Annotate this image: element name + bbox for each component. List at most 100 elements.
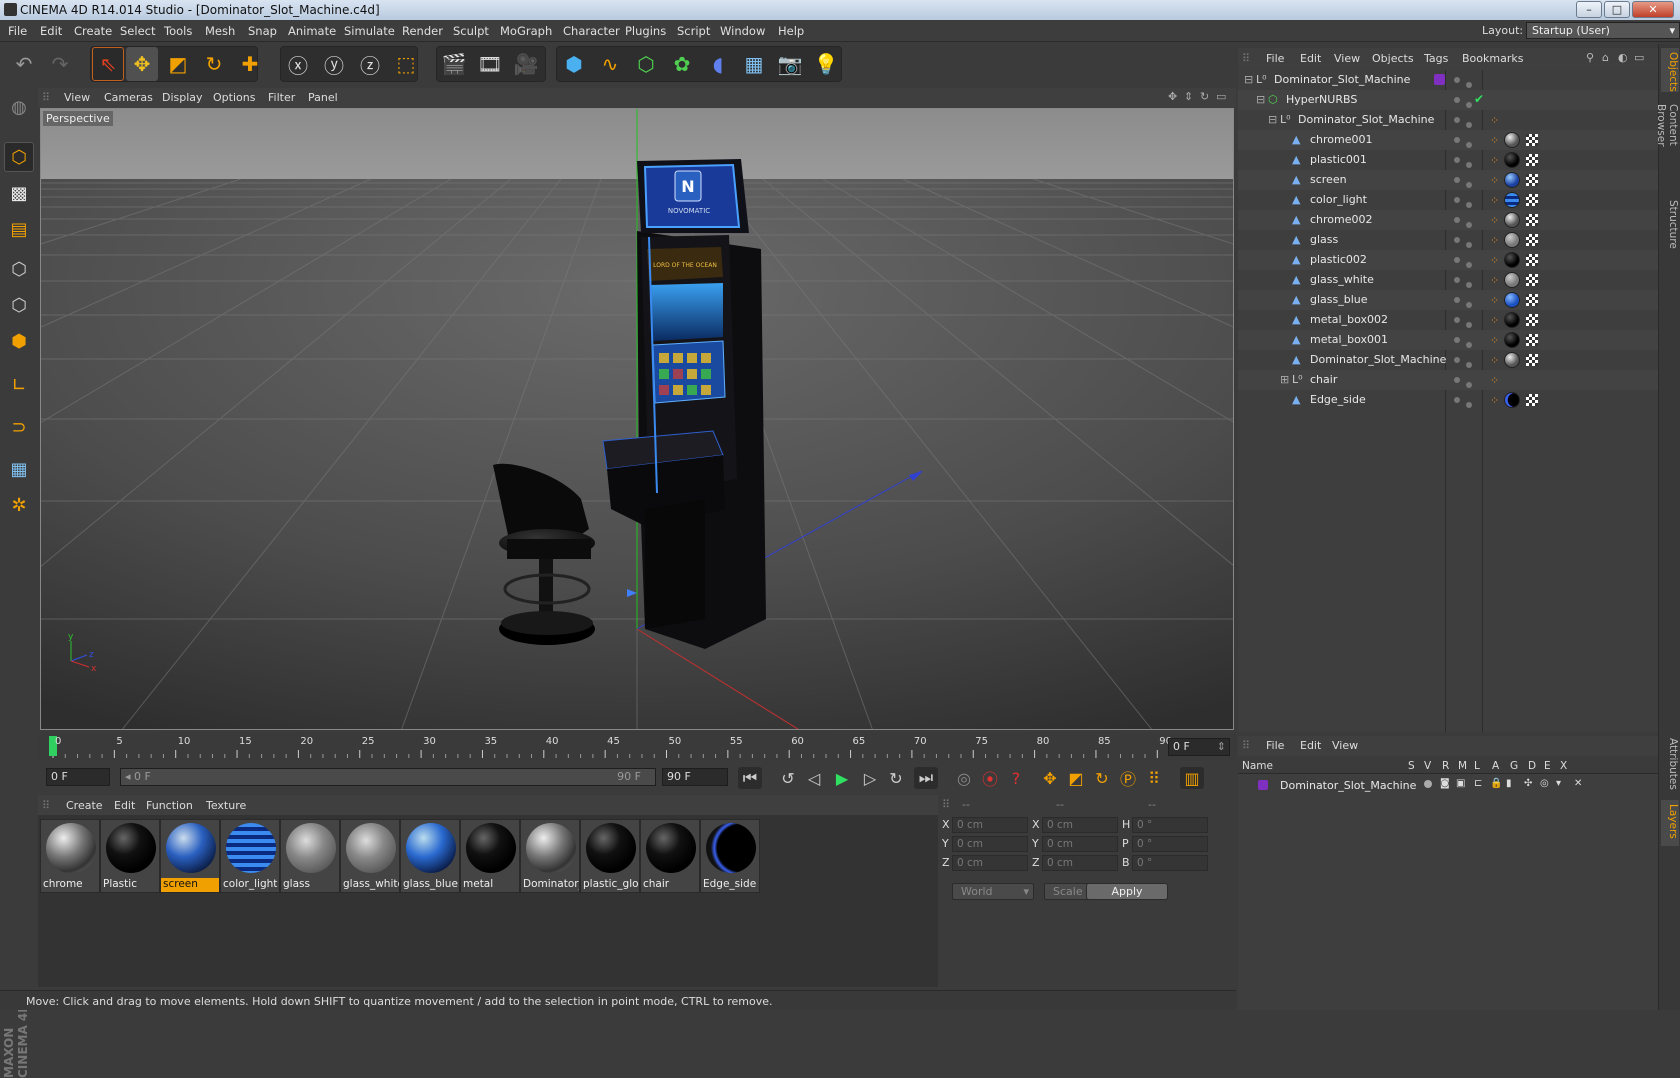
material-tag-icon[interactable] (1504, 172, 1520, 188)
layer-color-swatch[interactable] (1434, 74, 1445, 85)
object-row[interactable]: ▲ chrome002 ⁘ (1238, 210, 1658, 230)
editor-visibility-dot[interactable] (1454, 137, 1460, 143)
editor-visibility-dot[interactable] (1454, 377, 1460, 383)
layer-column-header[interactable]: D (1528, 760, 1536, 772)
camera-icon[interactable]: 📷 (774, 47, 806, 81)
uvw-tag-icon[interactable] (1526, 354, 1538, 366)
uvw-tag-icon[interactable] (1526, 334, 1538, 346)
material-swatch[interactable]: glass_white (340, 819, 400, 893)
points-mode-icon[interactable]: ⬡ (4, 254, 34, 284)
layer-xref-icon[interactable]: ✕ (1574, 778, 1582, 789)
apply-button[interactable]: Apply (1086, 883, 1168, 900)
move-tool-icon[interactable]: ✥ (126, 47, 158, 81)
cube-icon[interactable]: ⬢ (558, 47, 590, 81)
phong-tag-icon[interactable]: ⁘ (1490, 174, 1499, 187)
object-row[interactable]: ▲ plastic002 ⁘ (1238, 250, 1658, 270)
menu-render[interactable]: Render (402, 24, 443, 38)
tab-layers[interactable]: Layers (1661, 800, 1679, 846)
menu-edit[interactable]: Edit (40, 24, 62, 38)
objects-menu-view[interactable]: View (1334, 52, 1360, 65)
rotate-tool-icon[interactable]: ↻ (198, 47, 230, 81)
layers-menu-view[interactable]: View (1332, 739, 1358, 752)
material-menu-function[interactable]: Function (146, 799, 193, 812)
coord-rotation-field[interactable]: 0 ° (1132, 855, 1208, 871)
timeline-ruler[interactable]: 0 5 10 15 20 25 30 35 40 45 50 55 60 65 70 75 80 85 90 0 F… (38, 732, 1236, 760)
phong-tag-icon[interactable]: ⁘ (1490, 294, 1499, 307)
key-scale-icon[interactable]: ◩ (1064, 767, 1088, 789)
material-tag-icon[interactable] (1504, 212, 1520, 228)
minimize-button[interactable]: – (1576, 1, 1602, 18)
phong-tag-icon[interactable]: ⁘ (1490, 234, 1499, 247)
render-visibility-dot[interactable] (1466, 322, 1472, 328)
editor-visibility-dot[interactable] (1454, 357, 1460, 363)
uvw-tag-icon[interactable] (1526, 214, 1538, 226)
phong-tag-icon[interactable]: ⁘ (1490, 114, 1499, 127)
menu-animate[interactable]: Animate (288, 24, 336, 38)
render-settings-icon[interactable]: 🎥 (510, 47, 542, 81)
object-row[interactable]: ⊟ L⁰ Dominator_Slot_Machine ⁘ (1238, 110, 1658, 130)
render-visibility-dot[interactable] (1466, 402, 1472, 408)
layer-row[interactable]: Dominator_Slot_Machine ◙ ▣ ⊏ 🔒 ▮ ✣ ◎ ▾ ✕ (1238, 776, 1658, 794)
material-menu-create[interactable]: Create (66, 799, 103, 812)
axis-mode-icon[interactable]: ∟ (4, 370, 34, 400)
objects-menu-file[interactable]: File (1266, 52, 1284, 65)
render-visibility-dot[interactable] (1466, 122, 1472, 128)
object-row[interactable]: ▲ screen ⁘ (1238, 170, 1658, 190)
layer-column-header[interactable]: Name (1242, 760, 1273, 772)
search-icon[interactable]: ⚲ (1586, 51, 1594, 64)
material-swatch[interactable]: metal (460, 819, 520, 893)
uvw-tag-icon[interactable] (1526, 154, 1538, 166)
workplane-icon[interactable]: ▤ (4, 214, 34, 244)
render-visibility-dot[interactable] (1466, 142, 1472, 148)
key-pla-icon[interactable]: ⠿ (1142, 767, 1166, 789)
object-row[interactable]: ⊞ L⁰ chair ⁘ (1238, 370, 1658, 390)
previous-frame-icon[interactable]: ◁ (802, 767, 826, 789)
object-row[interactable]: ▲ glass_white ⁘ (1238, 270, 1658, 290)
light-icon[interactable]: 💡 (810, 47, 842, 81)
render-visibility-dot[interactable] (1466, 222, 1472, 228)
viewport-menu-view[interactable]: View (64, 91, 90, 104)
add-tool-icon[interactable]: ✚ (234, 47, 266, 81)
object-row[interactable]: ▲ metal_box002 ⁘ (1238, 310, 1658, 330)
editor-visibility-dot[interactable] (1454, 217, 1460, 223)
uvw-tag-icon[interactable] (1526, 134, 1538, 146)
render-visibility-dot[interactable] (1466, 262, 1472, 268)
material-tag-icon[interactable] (1504, 272, 1520, 288)
editor-visibility-dot[interactable] (1454, 397, 1460, 403)
scale-tool-icon[interactable]: ◩ (162, 47, 194, 81)
material-tag-icon[interactable] (1504, 292, 1520, 308)
material-swatch[interactable]: chair (640, 819, 700, 893)
editor-visibility-dot[interactable] (1454, 337, 1460, 343)
enabled-check-icon[interactable]: ✔ (1474, 92, 1484, 106)
layer-column-header[interactable]: X (1560, 760, 1567, 772)
key-rotation-icon[interactable]: ↻ (1090, 767, 1114, 789)
layer-manager-icon[interactable]: ⊏ (1474, 778, 1482, 789)
editor-visibility-dot[interactable] (1454, 317, 1460, 323)
viewport-menu-filter[interactable]: Filter (268, 91, 295, 104)
render-visibility-dot[interactable] (1466, 82, 1472, 88)
menu-select[interactable]: Select (120, 24, 155, 38)
layer-column-header[interactable]: S (1408, 760, 1415, 772)
coord-position-field[interactable]: 0 cm (952, 855, 1028, 871)
material-swatch[interactable]: plastic_glo (580, 819, 640, 893)
layer-render-icon[interactable]: ▣ (1456, 778, 1465, 789)
uvw-tag-icon[interactable] (1526, 174, 1538, 186)
layer-generators-icon[interactable]: ✣ (1524, 778, 1532, 789)
material-swatch[interactable]: color_light (220, 819, 280, 893)
uvw-tag-icon[interactable] (1526, 314, 1538, 326)
material-menu-edit[interactable]: Edit (114, 799, 135, 812)
uvw-tag-icon[interactable] (1526, 234, 1538, 246)
editor-visibility-dot[interactable] (1454, 197, 1460, 203)
menu-character[interactable]: Character (563, 24, 620, 38)
render-picture-viewer-icon[interactable]: 🎞 (474, 47, 506, 81)
layer-column-header[interactable]: A (1492, 760, 1499, 772)
object-row[interactable]: ⊟ L⁰ Dominator_Slot_Machine (1238, 70, 1658, 90)
coord-size-field[interactable]: 0 cm (1042, 836, 1118, 852)
layer-column-header[interactable]: G (1510, 760, 1518, 772)
spline-icon[interactable]: ∿ (594, 47, 626, 81)
object-row[interactable]: ▲ metal_box001 ⁘ (1238, 330, 1658, 350)
z-axis-lock-icon[interactable]: ⓩ (354, 47, 386, 81)
floor-icon[interactable]: ▦ (738, 47, 770, 81)
grid-lock-icon[interactable]: ▦ (4, 454, 34, 484)
coord-position-field[interactable]: 0 cm (952, 836, 1028, 852)
